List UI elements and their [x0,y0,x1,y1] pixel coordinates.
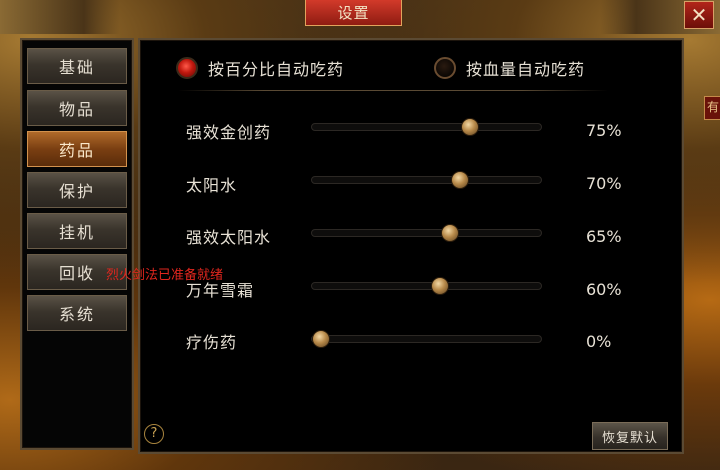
edge-tab[interactable]: 有 [704,96,720,120]
potion-percent: 75% [586,121,622,140]
mode-hp-label: 按血量自动吃药 [466,60,586,79]
dragon-ornament-left [0,0,120,34]
potion-label: 强效太阳水 [186,228,272,247]
potion-slider-knob[interactable] [431,277,449,295]
mode-percent-option[interactable]: 按百分比自动吃药 [176,56,344,80]
reset-default-button[interactable]: 恢复默认 [592,422,668,450]
mode-hp-option[interactable]: 按血量自动吃药 [434,56,585,80]
potion-slider-track[interactable] [311,229,542,237]
sidebar-item-afk[interactable]: 挂机 [27,213,127,249]
sidebar-item-potions[interactable]: 药品 [27,131,127,167]
potion-slider-track[interactable] [311,282,542,290]
potion-slider-track[interactable] [311,123,542,131]
potion-label: 万年雪霜 [186,281,255,300]
potion-label: 强效金创药 [186,123,272,142]
potion-slider-knob[interactable] [461,118,479,136]
potion-slider-track[interactable] [311,176,542,184]
potion-label: 太阳水 [186,176,238,195]
potion-slider-track[interactable] [311,335,542,343]
radio-unselected[interactable] [434,57,456,79]
sidebar-item-basic[interactable]: 基础 [27,48,127,84]
help-icon[interactable]: ? [144,424,164,444]
sidebar-item-protect[interactable]: 保护 [27,172,127,208]
radio-selected[interactable] [176,57,198,79]
potion-slider-knob[interactable] [451,171,469,189]
window-title: 设置 [305,0,402,26]
potion-slider-knob[interactable] [441,224,459,242]
potion-label: 疗伤药 [186,333,238,352]
potion-percent: 0% [586,332,612,351]
sidebar-item-system[interactable]: 系统 [27,295,127,331]
potion-percent: 65% [586,227,622,246]
potion-percent: 70% [586,174,622,193]
potion-slider-knob[interactable] [312,330,330,348]
sidebar-item-items[interactable]: 物品 [27,90,127,126]
divider [178,90,608,91]
mode-percent-label: 按百分比自动吃药 [208,60,345,79]
close-icon: ✕ [690,3,708,27]
potion-percent: 60% [586,280,622,299]
close-button[interactable]: ✕ [684,1,714,29]
